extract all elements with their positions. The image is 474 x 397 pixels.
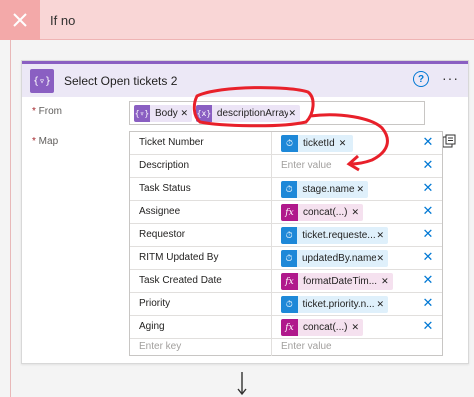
map-key-input[interactable]: Task Status xyxy=(130,178,272,200)
map-key-input[interactable]: Priority xyxy=(130,293,272,315)
map-row: RITM Updated By ⏱ updatedBy.name ✕ xyxy=(130,247,442,270)
map-value-input[interactable]: Enter value xyxy=(272,155,442,177)
variable-icon: {▿} xyxy=(134,105,150,122)
new-key-input[interactable]: Enter key xyxy=(130,339,272,356)
dynamic-token[interactable]: ⏱ ticketId ✕ xyxy=(281,135,353,152)
remove-token-icon[interactable]: ✕ xyxy=(376,253,388,264)
new-value-input[interactable]: Enter value xyxy=(272,339,442,356)
remove-token-icon[interactable]: ✕ xyxy=(376,230,388,241)
clock-icon: ⏱ xyxy=(281,250,297,267)
map-row: Assignee fx concat(...) ✕ xyxy=(130,201,442,224)
remove-token-icon[interactable]: ✕ xyxy=(180,108,192,119)
map-row: Priority ⏱ ticket.priority.n... ✕ xyxy=(130,293,442,316)
more-options-icon[interactable]: ··· xyxy=(442,70,459,86)
dynamic-token[interactable]: ⏱ ticket.requeste... ✕ xyxy=(281,227,388,244)
value-placeholder: Enter value xyxy=(281,341,332,352)
clock-icon: ⏱ xyxy=(281,181,298,198)
clock-icon: ⏱ xyxy=(281,135,298,152)
expression-token[interactable]: fx formatDateTim... ✕ xyxy=(281,273,393,290)
from-token-descriptionarray[interactable]: {x} descriptionArray ✕ xyxy=(196,105,300,122)
map-key-input[interactable]: Ticket Number xyxy=(130,132,272,154)
delete-row-icon[interactable]: ✕ xyxy=(422,273,434,286)
delete-row-icon[interactable]: ✕ xyxy=(422,204,434,217)
down-arrow-icon xyxy=(237,372,247,396)
action-title: Select Open tickets 2 xyxy=(64,74,178,88)
map-key-input[interactable]: Requestor xyxy=(130,224,272,246)
dynamic-token[interactable]: ⏱ updatedBy.name ✕ xyxy=(281,250,388,267)
from-token-body[interactable]: {▿} Body ✕ xyxy=(134,105,192,122)
delete-row-icon[interactable]: ✕ xyxy=(422,181,434,194)
map-row: Task Created Date fx formatDateTim... ✕ xyxy=(130,270,442,293)
map-value-input[interactable]: ⏱ ticketId ✕ xyxy=(272,132,442,154)
remove-token-icon[interactable]: ✕ xyxy=(351,207,363,218)
function-icon: fx xyxy=(281,204,298,221)
from-input[interactable]: {▿} Body ✕ {x} descriptionArray ✕ xyxy=(129,101,425,125)
delete-row-icon[interactable]: ✕ xyxy=(422,227,434,240)
expression-token[interactable]: fx concat(...) ✕ xyxy=(281,319,363,336)
map-row: Description Enter value xyxy=(130,155,442,178)
remove-token-icon[interactable]: ✕ xyxy=(356,184,368,195)
map-row: Aging fx concat(...) ✕ xyxy=(130,316,442,339)
delete-row-icon[interactable]: ✕ xyxy=(422,158,434,171)
map-value-input[interactable]: ⏱ stage.name ✕ xyxy=(272,178,442,200)
map-value-input[interactable]: fx concat(...) ✕ xyxy=(272,201,442,223)
remove-token-icon[interactable]: ✕ xyxy=(339,138,351,149)
map-row: Ticket Number ⏱ ticketId ✕ xyxy=(130,132,442,155)
variable-icon: {x} xyxy=(196,105,212,122)
if-no-branch-header[interactable]: If no xyxy=(0,0,474,40)
branch-title: If no xyxy=(50,13,76,28)
action-header[interactable]: {▿} Select Open tickets 2 ? ··· xyxy=(22,61,468,97)
map-table: Ticket Number ⏱ ticketId ✕ Description E… xyxy=(129,131,443,356)
map-key-input[interactable]: RITM Updated By xyxy=(130,247,272,269)
remove-token-icon[interactable]: ✕ xyxy=(381,276,393,287)
map-row: Task Status ⏱ stage.name ✕ xyxy=(130,178,442,201)
value-placeholder: Enter value xyxy=(281,160,332,171)
close-icon[interactable] xyxy=(0,0,40,40)
dynamic-token[interactable]: ⏱ stage.name ✕ xyxy=(281,181,368,198)
map-new-row: Enter key Enter value xyxy=(130,339,442,356)
delete-row-icon[interactable]: ✕ xyxy=(422,296,434,309)
from-label: * From xyxy=(32,106,63,117)
map-row: Requestor ⏱ ticket.requeste... ✕ xyxy=(130,224,442,247)
delete-row-icon[interactable]: ✕ xyxy=(422,135,434,148)
data-operation-icon: {▿} xyxy=(30,69,54,93)
delete-row-icon[interactable]: ✕ xyxy=(422,250,434,263)
remove-token-icon[interactable]: ✕ xyxy=(376,299,388,310)
help-icon[interactable]: ? xyxy=(413,71,429,87)
expression-token[interactable]: fx concat(...) ✕ xyxy=(281,204,363,221)
clock-icon: ⏱ xyxy=(281,227,298,244)
dynamic-token[interactable]: ⏱ ticket.priority.n... ✕ xyxy=(281,296,388,313)
select-action-card: {▿} Select Open tickets 2 ? ··· * From {… xyxy=(21,60,469,364)
delete-row-icon[interactable]: ✕ xyxy=(422,319,434,332)
map-value-input[interactable]: fx formatDateTim... ✕ xyxy=(272,270,442,292)
remove-token-icon[interactable]: ✕ xyxy=(288,108,300,119)
map-value-input[interactable]: fx concat(...) ✕ xyxy=(272,316,442,338)
map-key-input[interactable]: Assignee xyxy=(130,201,272,223)
map-key-input[interactable]: Task Created Date xyxy=(130,270,272,292)
map-value-input[interactable]: ⏱ ticket.requeste... ✕ xyxy=(272,224,442,246)
map-value-input[interactable]: ⏱ updatedBy.name ✕ xyxy=(272,247,442,269)
map-label: * Map xyxy=(32,136,59,147)
map-key-input[interactable]: Description xyxy=(130,155,272,177)
function-icon: fx xyxy=(281,273,298,290)
remove-token-icon[interactable]: ✕ xyxy=(351,322,363,333)
function-icon: fx xyxy=(281,319,298,336)
clock-icon: ⏱ xyxy=(281,296,298,313)
map-value-input[interactable]: ⏱ ticket.priority.n... ✕ xyxy=(272,293,442,315)
map-key-input[interactable]: Aging xyxy=(130,316,272,338)
switch-to-text-mode-icon[interactable] xyxy=(442,134,456,148)
